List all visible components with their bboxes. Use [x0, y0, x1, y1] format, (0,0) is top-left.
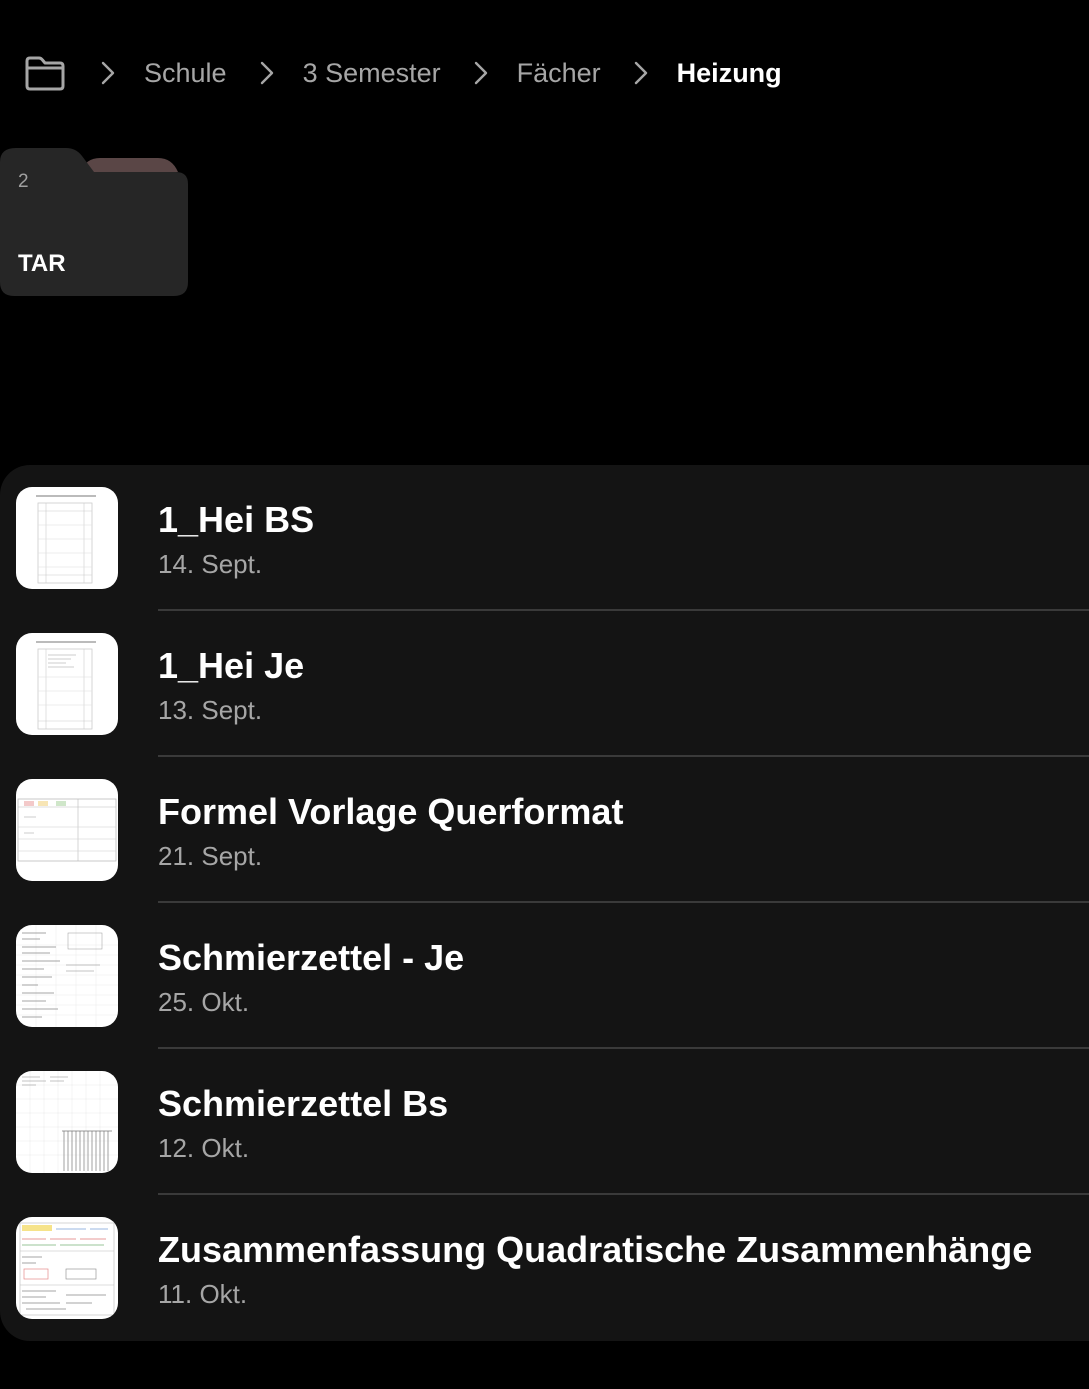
- file-row[interactable]: 1_Hei Je 13. Sept.: [0, 611, 1089, 757]
- folder-icon[interactable]: [22, 53, 68, 93]
- breadcrumb-current: Heizung: [676, 57, 782, 88]
- chevron-right-icon: [98, 59, 118, 87]
- note-page-thumbnail: [16, 925, 118, 1027]
- file-title: 1_Hei Je: [158, 645, 305, 686]
- file-title: Schmierzettel - Je: [158, 937, 465, 978]
- file-list: 1_Hei BS 14. Sept. 1_Hei Je 13. Sept. Fo…: [0, 465, 1089, 1341]
- file-title: Schmierzettel Bs: [158, 1083, 449, 1124]
- file-date: 25. Okt.: [158, 987, 250, 1017]
- note-page-thumbnail: [16, 633, 118, 735]
- chevron-right-icon: [631, 59, 651, 87]
- note-page-thumbnail: [16, 1217, 118, 1319]
- folder-name: TAR: [18, 250, 66, 277]
- file-row[interactable]: Schmierzettel - Je 25. Okt.: [0, 903, 1089, 1049]
- chevron-right-icon: [471, 59, 491, 87]
- file-date: 12. Okt.: [158, 1133, 250, 1163]
- breadcrumb-item-3-semester[interactable]: 3 Semester: [303, 58, 441, 89]
- file-row[interactable]: Zusammenfassung Quadratische Zusammenhän…: [0, 1195, 1089, 1341]
- folder-item-count: 2: [18, 171, 29, 192]
- folder-tar[interactable]: 2 TAR: [0, 146, 190, 298]
- note-page-thumbnail: [16, 779, 118, 881]
- file-title: 1_Hei BS: [158, 499, 315, 540]
- file-row[interactable]: 1_Hei BS 14. Sept.: [0, 465, 1089, 611]
- file-row[interactable]: Schmierzettel Bs 12. Okt.: [0, 1049, 1089, 1195]
- file-title: Zusammenfassung Quadratische Zusammenhän…: [158, 1229, 1033, 1270]
- chevron-right-icon: [257, 59, 277, 87]
- note-page-thumbnail: [16, 1071, 118, 1173]
- file-date: 11. Okt.: [158, 1279, 248, 1309]
- breadcrumb-item-schule[interactable]: Schule: [144, 58, 227, 89]
- file-date: 21. Sept.: [158, 841, 263, 871]
- file-date: 13. Sept.: [158, 695, 263, 725]
- file-title: Formel Vorlage Querformat: [158, 791, 624, 832]
- note-page-thumbnail: [16, 487, 118, 589]
- breadcrumb: Schule 3 Semester Fächer Heizung: [22, 44, 782, 102]
- file-row[interactable]: Formel Vorlage Querformat 21. Sept.: [0, 757, 1089, 903]
- file-date: 14. Sept.: [158, 549, 263, 579]
- breadcrumb-item-faecher[interactable]: Fächer: [517, 58, 601, 89]
